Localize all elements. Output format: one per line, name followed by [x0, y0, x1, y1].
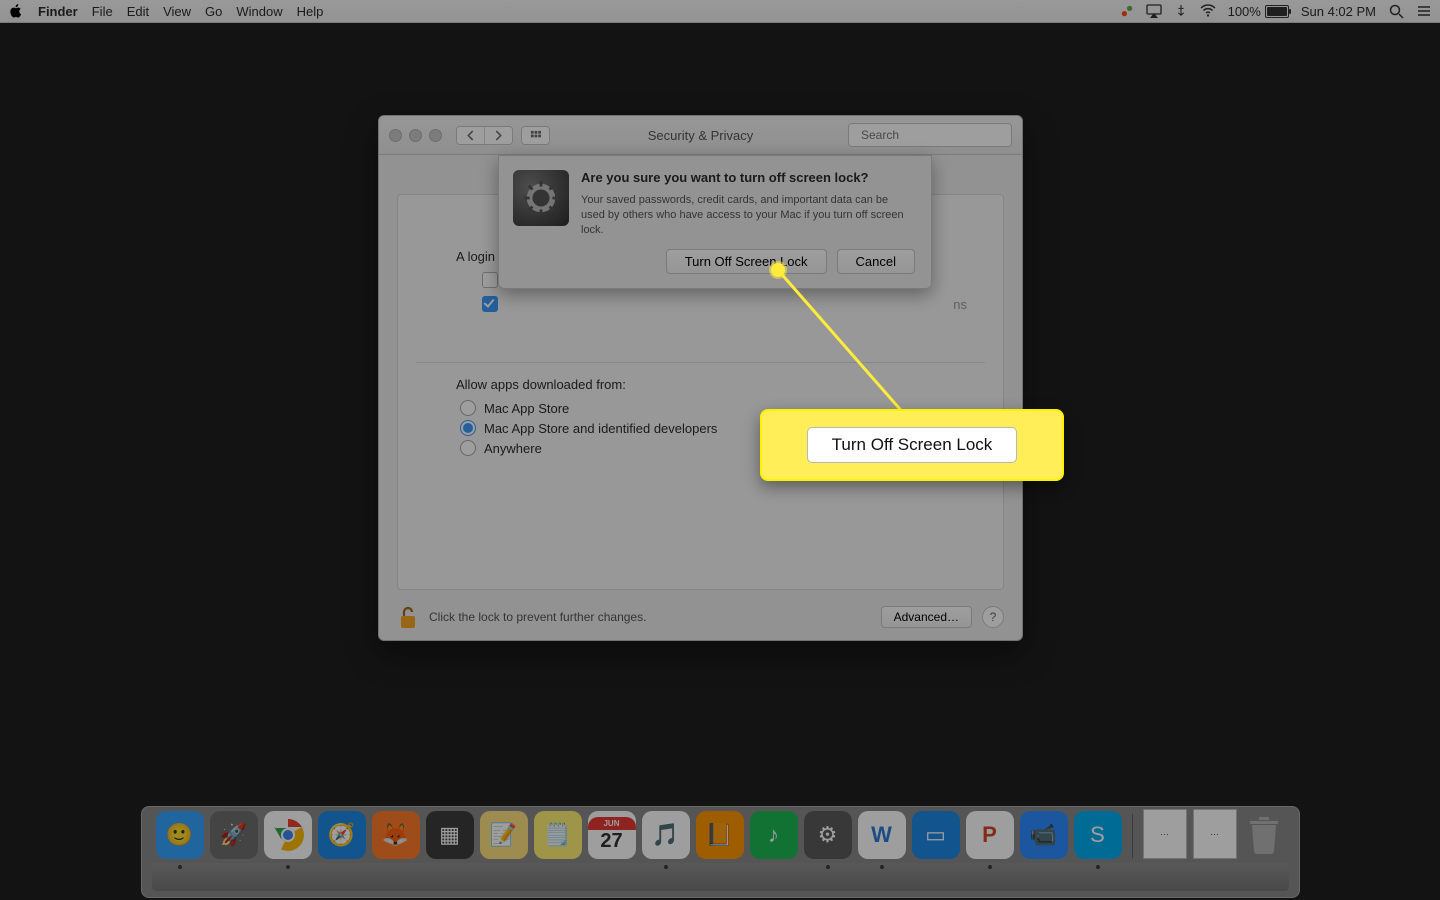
dock-document[interactable]: ⋯	[1143, 809, 1187, 859]
battery-status[interactable]: 100%	[1228, 4, 1289, 19]
usb-icon[interactable]	[1174, 4, 1188, 18]
dock-app-keynote[interactable]: ▭	[912, 811, 960, 859]
radio-appstore-input[interactable]	[460, 400, 476, 416]
search-field[interactable]	[848, 123, 1012, 147]
checkbox-require-password[interactable]	[482, 296, 498, 312]
battery-percent: 100%	[1228, 4, 1261, 19]
pane-divider	[416, 362, 985, 363]
dock-app-books[interactable]: 📙	[696, 811, 744, 859]
menu-file[interactable]: File	[92, 4, 113, 19]
spotlight-icon[interactable]	[1388, 3, 1404, 19]
menu-help[interactable]: Help	[297, 4, 324, 19]
dock[interactable]: 🙂🚀 🧭🦊▦📝🗒️JUN27🎵📙♪⚙︎W▭P📹S ⋯⋯	[141, 806, 1300, 898]
radio-anywhere[interactable]: Anywhere	[460, 438, 967, 458]
dock-trash[interactable]	[1243, 811, 1285, 859]
dock-container: 🙂🚀 🧭🦊▦📝🗒️JUN27🎵📙♪⚙︎W▭P📹S ⋯⋯	[0, 806, 1440, 898]
dock-app-system-preferences[interactable]: ⚙︎	[804, 811, 852, 859]
sheet-detail: Your saved passwords, credit cards, and …	[581, 193, 915, 238]
radio-anywhere-input[interactable]	[460, 440, 476, 456]
wifi-icon[interactable]	[1200, 3, 1216, 19]
radio-appstore-label: Mac App Store	[484, 401, 569, 416]
dock-app-mission-control[interactable]: ▦	[426, 811, 474, 859]
airplay-icon[interactable]	[1146, 3, 1162, 19]
partial-text-sleep: ns	[953, 297, 967, 312]
dock-app-launchpad[interactable]: 🚀	[210, 811, 258, 859]
radio-identified-input[interactable]	[460, 420, 476, 436]
window-toolbar: Security & Privacy	[379, 116, 1022, 155]
show-all-button[interactable]	[521, 126, 550, 145]
radio-anywhere-label: Anywhere	[484, 441, 542, 456]
radio-app-store[interactable]: Mac App Store	[460, 398, 967, 418]
menu-go[interactable]: Go	[205, 4, 222, 19]
dock-app-finder[interactable]: 🙂	[156, 811, 204, 859]
radio-identified-label: Mac App Store and identified developers	[484, 421, 717, 436]
menu-app[interactable]: Finder	[38, 4, 78, 19]
dock-app-skype[interactable]: S	[1074, 811, 1122, 859]
dock-divider	[1132, 814, 1133, 858]
dock-app-zoom[interactable]: 📹	[1020, 811, 1068, 859]
lock-message: Click the lock to prevent further change…	[429, 610, 646, 624]
checkbox-row-2[interactable]: ns	[482, 296, 967, 312]
menubar-clock[interactable]: Sun 4:02 PM	[1301, 4, 1376, 19]
menu-edit[interactable]: Edit	[127, 4, 149, 19]
battery-icon	[1265, 5, 1289, 18]
advanced-button[interactable]: Advanced…	[881, 606, 972, 628]
help-button[interactable]: ?	[982, 606, 1004, 628]
dock-app-music[interactable]: 🎵	[642, 811, 690, 859]
dock-app-word[interactable]: W	[858, 811, 906, 859]
apple-menu-icon[interactable]	[8, 3, 24, 19]
traffic-lights[interactable]	[389, 129, 442, 142]
dock-app-powerpoint[interactable]: P	[966, 811, 1014, 859]
dock-app-spotify[interactable]: ♪	[750, 811, 798, 859]
dock-document[interactable]: ⋯	[1193, 809, 1237, 859]
notification-center-icon[interactable]	[1416, 3, 1432, 19]
confirmation-sheet: Are you sure you want to turn off screen…	[498, 155, 932, 289]
dock-app-notes[interactable]: 📝	[480, 811, 528, 859]
dock-app-chrome[interactable]	[264, 811, 312, 859]
dock-app-firefox[interactable]: 🦊	[372, 811, 420, 859]
turn-off-screen-lock-button[interactable]: Turn Off Screen Lock	[666, 249, 827, 274]
pane-footer: Click the lock to prevent further change…	[397, 604, 1004, 630]
allow-apps-label: Allow apps downloaded from:	[456, 377, 967, 392]
checkbox-disable-autologin[interactable]	[482, 272, 498, 288]
menu-view[interactable]: View	[163, 4, 191, 19]
dock-app-calendar[interactable]: JUN27	[588, 811, 636, 859]
search-input[interactable]	[859, 127, 1018, 143]
menubar: Finder File Edit View Go Window Help 100…	[0, 0, 1440, 23]
lock-icon[interactable]	[397, 604, 419, 630]
nav-back-forward[interactable]	[456, 126, 513, 145]
radio-identified[interactable]: Mac App Store and identified developers	[460, 418, 967, 438]
sheet-prefs-icon	[513, 170, 569, 226]
sheet-question: Are you sure you want to turn off screen…	[581, 170, 915, 187]
dock-app-stickies[interactable]: 🗒️	[534, 811, 582, 859]
status-misc-icon[interactable]	[1120, 4, 1134, 18]
dock-app-safari[interactable]: 🧭	[318, 811, 366, 859]
cancel-button[interactable]: Cancel	[837, 249, 915, 274]
back-button[interactable]	[457, 127, 485, 144]
menu-window[interactable]: Window	[236, 4, 282, 19]
forward-button[interactable]	[485, 127, 512, 144]
